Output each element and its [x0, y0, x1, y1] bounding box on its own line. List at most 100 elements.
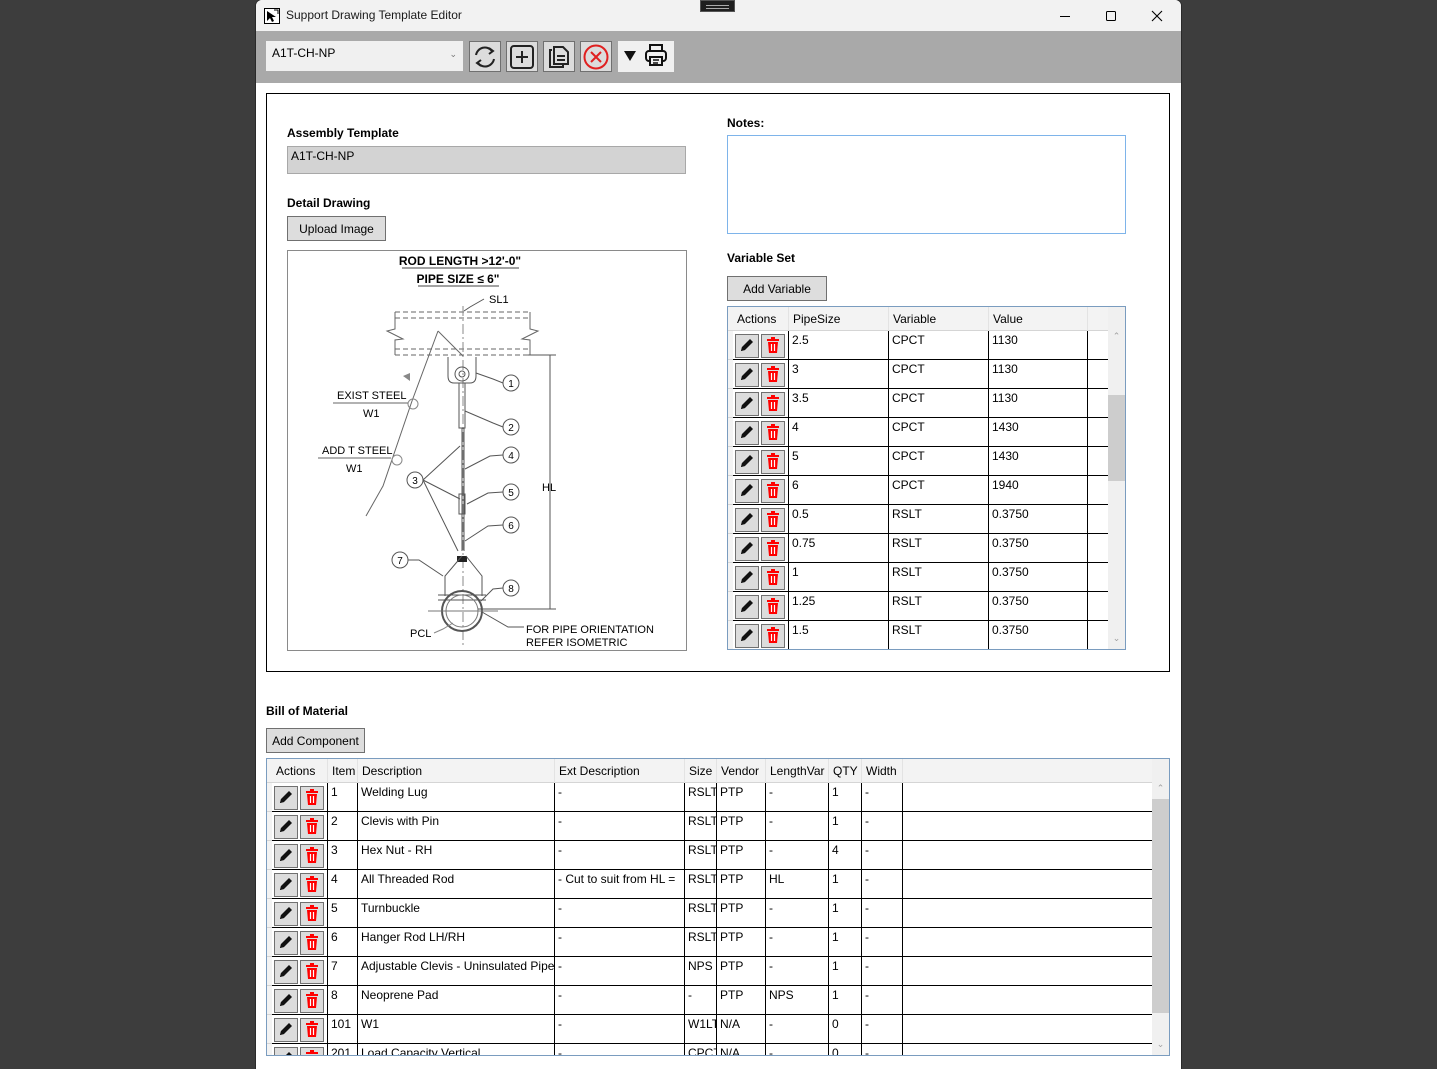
ext-cell[interactable]: -	[555, 812, 685, 841]
column-header-ext-description[interactable]: Ext Description	[555, 759, 685, 783]
description-cell[interactable]: Adjustable Clevis - Uninsulated Pipe	[358, 957, 555, 986]
description-cell[interactable]: Load Capacity Vertical	[358, 1044, 555, 1055]
size-cell[interactable]: RSLT	[685, 812, 717, 841]
variable-cell[interactable]: CPCT	[889, 360, 989, 389]
assembly-template-field[interactable]: A1T-CH-NP	[287, 146, 686, 174]
variable-row[interactable]: 0.5 RSLT 0.3750	[728, 505, 1108, 534]
pipesize-cell[interactable]: 1.5	[789, 621, 889, 649]
value-cell[interactable]: 1130	[989, 331, 1088, 360]
description-cell[interactable]: Hex Nut - RH	[358, 841, 555, 870]
variable-cell[interactable]: CPCT	[889, 476, 989, 505]
maximize-button[interactable]	[1088, 0, 1134, 31]
vendor-cell[interactable]: PTP	[717, 783, 766, 812]
ext-cell[interactable]: -	[555, 928, 685, 957]
ext-cell[interactable]: -	[555, 957, 685, 986]
qty-cell[interactable]: 1	[829, 870, 862, 899]
width-cell[interactable]: -	[862, 1044, 903, 1055]
size-cell[interactable]: NPS	[685, 957, 717, 986]
width-cell[interactable]: -	[862, 783, 903, 812]
value-cell[interactable]: 1940	[989, 476, 1088, 505]
size-cell[interactable]: RSLT	[685, 928, 717, 957]
qty-cell[interactable]: 4	[829, 841, 862, 870]
value-cell[interactable]: 1130	[989, 389, 1088, 418]
pipesize-cell[interactable]: 3	[789, 360, 889, 389]
lengthvar-cell[interactable]: -	[766, 841, 829, 870]
column-header-qty[interactable]: QTY	[829, 759, 862, 783]
size-cell[interactable]: W1LT	[685, 1015, 717, 1044]
qty-cell[interactable]: 1	[829, 986, 862, 1015]
delete-button[interactable]	[300, 844, 324, 868]
item-cell[interactable]: 1	[328, 783, 358, 812]
variable-cell[interactable]: CPCT	[889, 389, 989, 418]
column-header-value[interactable]: Value	[989, 307, 1088, 331]
edit-button[interactable]	[735, 537, 759, 561]
pipesize-cell[interactable]: 0.75	[789, 534, 889, 563]
lengthvar-cell[interactable]: -	[766, 783, 829, 812]
variable-row[interactable]: 0.75 RSLT 0.3750	[728, 534, 1108, 563]
ext-cell[interactable]: - Cut to suit from HL =	[555, 870, 685, 899]
pipesize-cell[interactable]: 6	[789, 476, 889, 505]
snap-handle[interactable]	[700, 0, 735, 12]
width-cell[interactable]: -	[862, 957, 903, 986]
item-cell[interactable]: 5	[328, 899, 358, 928]
edit-button[interactable]	[274, 960, 298, 984]
width-cell[interactable]: -	[862, 841, 903, 870]
width-cell[interactable]: -	[862, 899, 903, 928]
item-cell[interactable]: 6	[328, 928, 358, 957]
edit-button[interactable]	[735, 363, 759, 387]
delete-button[interactable]	[300, 960, 324, 984]
add-variable-button[interactable]: Add Variable	[727, 276, 827, 301]
delete-button[interactable]	[761, 479, 785, 503]
item-cell[interactable]: 8	[328, 986, 358, 1015]
qty-cell[interactable]: 1	[829, 783, 862, 812]
delete-button[interactable]	[761, 508, 785, 532]
variable-row[interactable]: 3 CPCT 1130	[728, 360, 1108, 389]
edit-button[interactable]	[274, 902, 298, 926]
qty-cell[interactable]: 1	[829, 957, 862, 986]
qty-cell[interactable]: 1	[829, 928, 862, 957]
lengthvar-cell[interactable]: -	[766, 812, 829, 841]
value-cell[interactable]: 0.3750	[989, 621, 1088, 649]
qty-cell[interactable]: 0	[829, 1044, 862, 1055]
lengthvar-cell[interactable]: NPS	[766, 986, 829, 1015]
column-header-actions[interactable]: Actions	[733, 307, 789, 331]
column-header-size[interactable]: Size	[685, 759, 717, 783]
description-cell[interactable]: W1	[358, 1015, 555, 1044]
item-cell[interactable]: 7	[328, 957, 358, 986]
ext-cell[interactable]: -	[555, 783, 685, 812]
upload-image-button[interactable]: Upload Image	[287, 216, 386, 241]
value-cell[interactable]: 0.3750	[989, 505, 1088, 534]
refresh-button[interactable]	[469, 41, 501, 72]
ext-cell[interactable]: -	[555, 1015, 685, 1044]
edit-button[interactable]	[735, 392, 759, 416]
variable-cell[interactable]: RSLT	[889, 592, 989, 621]
edit-button[interactable]	[735, 450, 759, 474]
lengthvar-cell[interactable]: -	[766, 899, 829, 928]
description-cell[interactable]: All Threaded Rod	[358, 870, 555, 899]
pipesize-cell[interactable]: 4	[789, 418, 889, 447]
scroll-down-icon[interactable]: ⌄	[1108, 633, 1125, 644]
variable-cell[interactable]: CPCT	[889, 447, 989, 476]
description-cell[interactable]: Hanger Rod LH/RH	[358, 928, 555, 957]
edit-button[interactable]	[274, 1047, 298, 1055]
edit-button[interactable]	[735, 508, 759, 532]
edit-button[interactable]	[274, 844, 298, 868]
variable-cell[interactable]: CPCT	[889, 418, 989, 447]
variable-row[interactable]: 5 CPCT 1430	[728, 447, 1108, 476]
value-cell[interactable]: 1430	[989, 418, 1088, 447]
variable-cell[interactable]: RSLT	[889, 534, 989, 563]
bom-row[interactable]: 3 Hex Nut - RH - RSLT PTP -4-	[267, 841, 1152, 870]
vendor-cell[interactable]: PTP	[717, 986, 766, 1015]
delete-button[interactable]	[300, 989, 324, 1013]
delete-button[interactable]	[761, 363, 785, 387]
bom-row[interactable]: 4 All Threaded Rod - Cut to suit from HL =…	[267, 870, 1152, 899]
print-menu[interactable]	[618, 41, 674, 72]
vendor-cell[interactable]: PTP	[717, 812, 766, 841]
template-select[interactable]: A1T-CH-NP ⌄	[266, 41, 463, 71]
notes-textarea[interactable]	[727, 135, 1126, 234]
scroll-down-icon[interactable]: ⌄	[1152, 1039, 1169, 1050]
delete-button[interactable]	[761, 624, 785, 648]
minimize-button[interactable]	[1042, 0, 1088, 31]
size-cell[interactable]: -	[685, 986, 717, 1015]
vendor-cell[interactable]: PTP	[717, 957, 766, 986]
